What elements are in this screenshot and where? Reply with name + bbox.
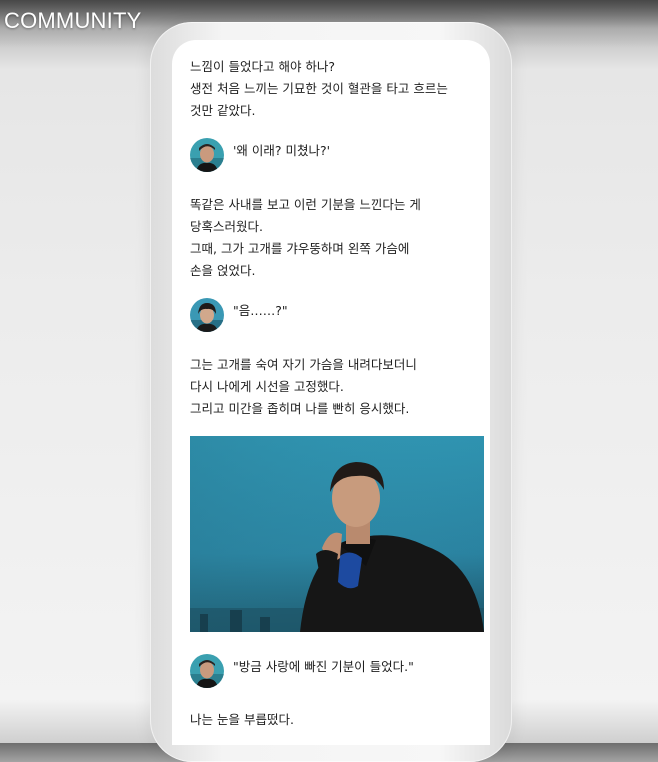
story-line: 것만 같았다.: [190, 103, 256, 118]
story-paragraph-2: 똑같은 사내를 보고 이런 기분을 느낀다는 게 당혹스러웠다. 그때, 그가 …: [190, 194, 480, 282]
dialogue-1: '왜 이래? 미쳤나?': [190, 138, 330, 172]
avatar-icon: [190, 138, 224, 172]
story-line: 나는 눈을 부릅떴다.: [190, 712, 294, 727]
avatar-icon: [190, 298, 224, 332]
story-line: 다시 나에게 시선을 고정했다.: [190, 379, 344, 394]
dialogue-text: "방금 사랑에 빠진 기분이 들었다.": [233, 658, 414, 674]
story-paragraph-1: 느낌이 들었다고 해야 하나? 생전 처음 느끼는 기묘한 것이 혈관을 타고 …: [190, 56, 480, 122]
story-paragraph-4: 나는 눈을 부릅떴다.: [190, 709, 480, 731]
story-line: 똑같은 사내를 보고 이런 기분을 느낀다는 게: [190, 197, 421, 212]
story-line: 느낌이 들었다고 해야 하나?: [190, 59, 336, 74]
portrait-image: [190, 436, 484, 632]
phone-screen[interactable]: 느낌이 들었다고 해야 하나? 생전 처음 느끼는 기묘한 것이 혈관을 타고 …: [172, 40, 490, 745]
dialogue-text: "음……?": [233, 302, 288, 318]
story-illustration: [190, 436, 484, 632]
dialogue-text: '왜 이래? 미쳤나?': [233, 142, 331, 158]
story-line: 그리고 미간을 좁히며 나를 빤히 응시했다.: [190, 401, 410, 416]
character-avatar[interactable]: [190, 298, 224, 332]
story-line: 당혹스러웠다.: [190, 219, 263, 234]
dialogue-3: "방금 사랑에 빠진 기분이 들었다.": [190, 654, 414, 688]
dialogue-2: "음……?": [190, 298, 288, 332]
story-line: 손을 얹었다.: [190, 263, 256, 278]
character-avatar[interactable]: [190, 654, 224, 688]
avatar-icon: [190, 654, 224, 688]
story-line: 그는 고개를 숙여 자기 가슴을 내려다보더니: [190, 357, 417, 372]
story-line: 그때, 그가 고개를 갸우뚱하며 왼쪽 가슴에: [190, 241, 410, 256]
brand-title: COMMUNITY: [4, 8, 142, 33]
story-paragraph-3: 그는 고개를 숙여 자기 가슴을 내려다보더니 다시 나에게 시선을 고정했다.…: [190, 354, 480, 420]
character-avatar[interactable]: [190, 138, 224, 172]
story-line: 생전 처음 느끼는 기묘한 것이 혈관을 타고 흐르는: [190, 81, 448, 96]
